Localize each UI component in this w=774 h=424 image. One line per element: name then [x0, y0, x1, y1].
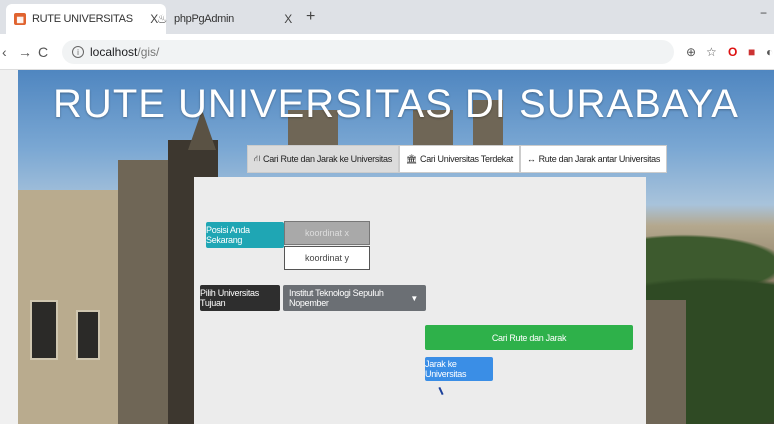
nav-tab-label: Rute dan Jarak antar Universitas — [538, 154, 661, 164]
choose-university-button[interactable]: Pilih Universitas Tujuan — [200, 285, 280, 311]
extension-icon[interactable]: ◐ — [766, 45, 773, 59]
minimize-button[interactable]: − — [760, 6, 767, 20]
route-icon: ⛙ — [254, 153, 261, 163]
zoom-icon[interactable]: ⊕ — [686, 45, 696, 59]
coordinate-y-field[interactable]: koordinat y — [284, 246, 370, 270]
url-path: /gis/ — [137, 45, 160, 59]
opera-icon[interactable]: O — [728, 45, 737, 59]
pdf-extension-icon[interactable]: ■ — [748, 45, 755, 59]
star-icon[interactable]: ☆ — [706, 45, 717, 59]
url-host: localhost — [90, 45, 138, 59]
building-right — [646, 300, 686, 424]
address-toolbar: ‹ → C i localhost/gis/ ⊕ ☆ O ■ ◐ — [0, 34, 774, 70]
university-icon: 🏛 — [405, 153, 418, 164]
nav-tab-between[interactable]: ↔ Rute dan Jarak antar Universitas — [519, 145, 668, 173]
new-tab-button[interactable]: + — [306, 8, 315, 26]
back-arrow-icon[interactable]: ‹ — [2, 44, 7, 60]
close-tab-icon[interactable]: X — [284, 12, 292, 26]
arrows-icon: ↔ — [526, 154, 536, 164]
chevron-down-icon: ▼ — [410, 293, 418, 303]
window — [76, 310, 100, 360]
page-title: RUTE UNIVERSITAS DI SURABAYA — [53, 82, 739, 126]
nav-tab-label: Cari Universitas Terdekat — [420, 154, 513, 164]
distance-button[interactable]: Jarak ke Universitas — [425, 357, 493, 381]
forward-arrow-icon[interactable]: → — [18, 44, 32, 60]
selected-university: Institut Teknologi Sepuluh Nopember — [289, 288, 384, 308]
tab-rute-universitas[interactable]: ▦ RUTE UNIVERSITAS X — [6, 4, 166, 34]
elephant-icon: ♨ — [156, 12, 168, 26]
browser-window: ▦ RUTE UNIVERSITAS X ♨ phpPgAdmin X + − … — [0, 0, 774, 424]
coordinate-x-field[interactable]: koordinat x — [284, 221, 370, 245]
nav-tab-route[interactable]: ⛙ Cari Rute dan Jarak ke Universitas — [247, 145, 399, 173]
reload-icon[interactable]: C — [38, 44, 48, 60]
gis-favicon-icon: ▦ — [14, 13, 26, 25]
page-background: RUTE UNIVERSITAS DI SURABAYA ⛙ Cari Rute… — [18, 70, 774, 424]
university-select[interactable]: Institut Teknologi Sepuluh Nopember ▼ — [283, 285, 426, 311]
address-bar[interactable]: i localhost/gis/ — [62, 40, 674, 64]
nav-tab-nearest[interactable]: 🏛 Cari Universitas Terdekat — [398, 145, 520, 173]
nav-tab-label: Cari Rute dan Jarak ke Universitas — [263, 154, 392, 164]
tab-strip: ▦ RUTE UNIVERSITAS X ♨ phpPgAdmin X + − — [0, 0, 774, 34]
search-route-button[interactable]: Cari Rute dan Jarak — [425, 325, 633, 350]
mouse-cursor — [438, 386, 444, 396]
form-panel: Posisi Anda Sekarang koordinat x koordin… — [194, 177, 646, 424]
tab-phppgadmin[interactable]: ♨ phpPgAdmin X — [148, 4, 300, 34]
tab-title: phpPgAdmin — [174, 13, 234, 25]
nav-tabs: ⛙ Cari Rute dan Jarak ke Universitas 🏛 C… — [247, 145, 668, 173]
window — [30, 300, 58, 360]
info-icon[interactable]: i — [72, 46, 84, 58]
tab-title: RUTE UNIVERSITAS — [32, 13, 133, 25]
current-position-button[interactable]: Posisi Anda Sekarang — [206, 222, 284, 248]
